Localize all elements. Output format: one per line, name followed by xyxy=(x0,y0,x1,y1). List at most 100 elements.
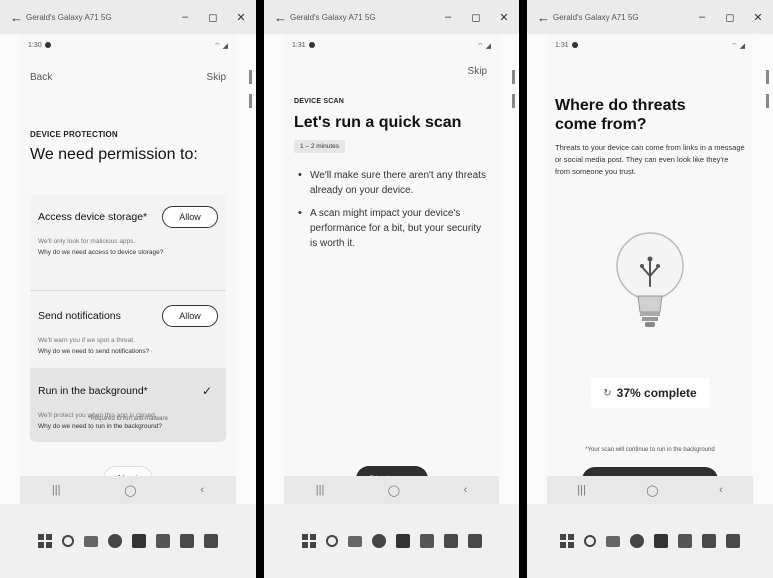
start-icon[interactable] xyxy=(560,534,574,548)
mail-icon[interactable] xyxy=(156,534,170,548)
window-back-arrow-icon[interactable]: ← xyxy=(274,10,290,25)
screenshot-collage: ← Gerald's Galaxy A71 5G – ◻ ✕ 1:30 ⌔ ◢ … xyxy=(0,0,773,578)
android-nav-bar: ||| ◯ ‹ xyxy=(20,476,236,504)
phone-screen: 1:31 ⌔ ◢ Skip DEVICE SCAN Let's run a qu… xyxy=(284,34,499,504)
duration-badge: 1 – 2 minutes xyxy=(294,140,346,153)
window-back-arrow-icon[interactable]: ← xyxy=(537,10,553,25)
required-footnote: *Required to run anti-malware xyxy=(88,416,168,422)
side-toolbar xyxy=(512,70,515,150)
toolbar-handle-icon[interactable] xyxy=(766,70,769,84)
phone-link-icon[interactable] xyxy=(204,534,218,548)
close-button[interactable]: ✕ xyxy=(236,11,246,24)
file-explorer-icon[interactable] xyxy=(84,535,98,547)
recents-icon[interactable]: ||| xyxy=(577,484,586,496)
page-title: Where do threats come from? xyxy=(555,97,686,133)
permission-title: Send notifications xyxy=(38,310,121,322)
phone-link-icon[interactable] xyxy=(726,534,740,548)
background-scan-note: *Your scan will continue to run in the b… xyxy=(585,447,715,453)
window-title: Gerald's Galaxy A71 5G xyxy=(290,12,376,22)
skip-link[interactable]: Skip xyxy=(207,72,226,83)
browser-icon[interactable] xyxy=(371,534,386,548)
permission-description: We'll warn you if we spot a threat. xyxy=(38,337,135,344)
android-nav-bar: ||| ◯ ‹ xyxy=(547,476,753,504)
toolbar-handle-icon[interactable] xyxy=(249,70,252,84)
windows-taskbar xyxy=(527,504,773,578)
list-item: A scan might impact your device's perfor… xyxy=(298,206,487,251)
section-eyebrow: DEVICE PROTECTION xyxy=(30,130,118,139)
permission-why-link[interactable]: Why do we need to send notifications? xyxy=(38,346,218,357)
permission-why-link[interactable]: Why do we need to run in the background? xyxy=(38,421,218,432)
permission-description: We'll only look for malicious apps. xyxy=(38,238,136,245)
app-icon[interactable] xyxy=(702,534,716,548)
permissions-card: Access device storage* Allow We'll only … xyxy=(30,194,226,442)
browser-icon[interactable] xyxy=(630,534,644,548)
toolbar-handle-icon[interactable] xyxy=(512,70,515,84)
search-icon[interactable] xyxy=(584,535,596,547)
browser-icon[interactable] xyxy=(108,534,122,548)
store-icon[interactable] xyxy=(395,534,410,548)
phone-screen: 1:30 ⌔ ◢ Back Skip DEVICE PROTECTION We … xyxy=(20,34,236,504)
status-signal-icons: ⌔ ◢ xyxy=(731,43,745,50)
mail-icon[interactable] xyxy=(419,534,434,548)
status-time: 1:30 xyxy=(28,42,42,49)
file-explorer-icon[interactable] xyxy=(606,535,620,547)
device-protection-window: ← Gerald's Galaxy A71 5G – ◻ ✕ 1:30 ⌔ ◢ … xyxy=(0,0,256,578)
progress-text: 37% complete xyxy=(616,386,697,400)
toolbar-handle-icon[interactable] xyxy=(766,94,769,108)
page-title: We need permission to: xyxy=(30,146,198,163)
window-back-arrow-icon[interactable]: ← xyxy=(10,10,26,25)
close-button[interactable]: ✕ xyxy=(499,11,509,24)
toolbar-handle-icon[interactable] xyxy=(249,94,252,108)
minimize-button[interactable]: – xyxy=(180,11,190,24)
permission-title: Run in the background* xyxy=(38,385,148,397)
allow-storage-button[interactable]: Allow xyxy=(162,206,218,228)
status-signal-icons: ⌔ ◢ xyxy=(214,43,228,50)
back-link[interactable]: Back xyxy=(30,72,52,83)
phone-link-icon[interactable] xyxy=(467,534,482,548)
windows-taskbar xyxy=(0,504,256,578)
start-icon[interactable] xyxy=(301,534,316,548)
windows-taskbar xyxy=(264,504,519,578)
recents-icon[interactable]: ||| xyxy=(52,484,61,496)
section-eyebrow: DEVICE SCAN xyxy=(294,98,345,105)
window-title-bar: ← Gerald's Galaxy A71 5G – ◻ ✕ xyxy=(264,0,519,34)
home-icon[interactable]: ◯ xyxy=(388,484,400,497)
window-title: Gerald's Galaxy A71 5G xyxy=(553,12,639,22)
lightbulb-icon xyxy=(616,232,684,327)
threats-description: Threats to your device can come from lin… xyxy=(555,143,745,176)
mail-icon[interactable] xyxy=(678,534,692,548)
status-signal-icons: ⌔ ◢ xyxy=(477,43,491,50)
window-title: Gerald's Galaxy A71 5G xyxy=(26,12,112,22)
status-time: 1:31 xyxy=(292,42,306,49)
store-icon[interactable] xyxy=(654,534,668,548)
android-nav-bar: ||| ◯ ‹ xyxy=(284,476,499,504)
maximize-button[interactable]: ◻ xyxy=(725,11,735,24)
back-icon[interactable]: ‹ xyxy=(200,484,204,496)
file-explorer-icon[interactable] xyxy=(347,535,362,547)
start-icon[interactable] xyxy=(38,534,52,548)
maximize-button[interactable]: ◻ xyxy=(471,11,481,24)
allow-notifications-button[interactable]: Allow xyxy=(162,305,218,327)
back-icon[interactable]: ‹ xyxy=(719,484,723,496)
home-icon[interactable]: ◯ xyxy=(124,484,136,497)
search-icon[interactable] xyxy=(62,535,74,547)
window-title-bar: ← Gerald's Galaxy A71 5G – ◻ ✕ xyxy=(0,0,256,34)
permission-notifications: Send notifications Allow We'll warn you … xyxy=(30,290,226,357)
search-icon[interactable] xyxy=(325,535,338,547)
close-button[interactable]: ✕ xyxy=(753,11,763,24)
app-icon[interactable] xyxy=(443,534,458,548)
store-icon[interactable] xyxy=(132,534,146,548)
status-bar: 1:31 ⌔ ◢ xyxy=(555,42,745,51)
side-toolbar xyxy=(249,70,252,150)
skip-link[interactable]: Skip xyxy=(468,66,487,77)
permission-why-link[interactable]: Why do we need access to device storage? xyxy=(38,247,218,258)
maximize-button[interactable]: ◻ xyxy=(208,11,218,24)
minimize-button[interactable]: – xyxy=(443,11,453,24)
minimize-button[interactable]: – xyxy=(697,11,707,24)
toolbar-handle-icon[interactable] xyxy=(512,94,515,108)
status-bar: 1:31 ⌔ ◢ xyxy=(292,42,491,51)
back-icon[interactable]: ‹ xyxy=(464,484,468,496)
app-icon[interactable] xyxy=(180,534,194,548)
home-icon[interactable]: ◯ xyxy=(646,484,658,497)
recents-icon[interactable]: ||| xyxy=(316,484,325,496)
